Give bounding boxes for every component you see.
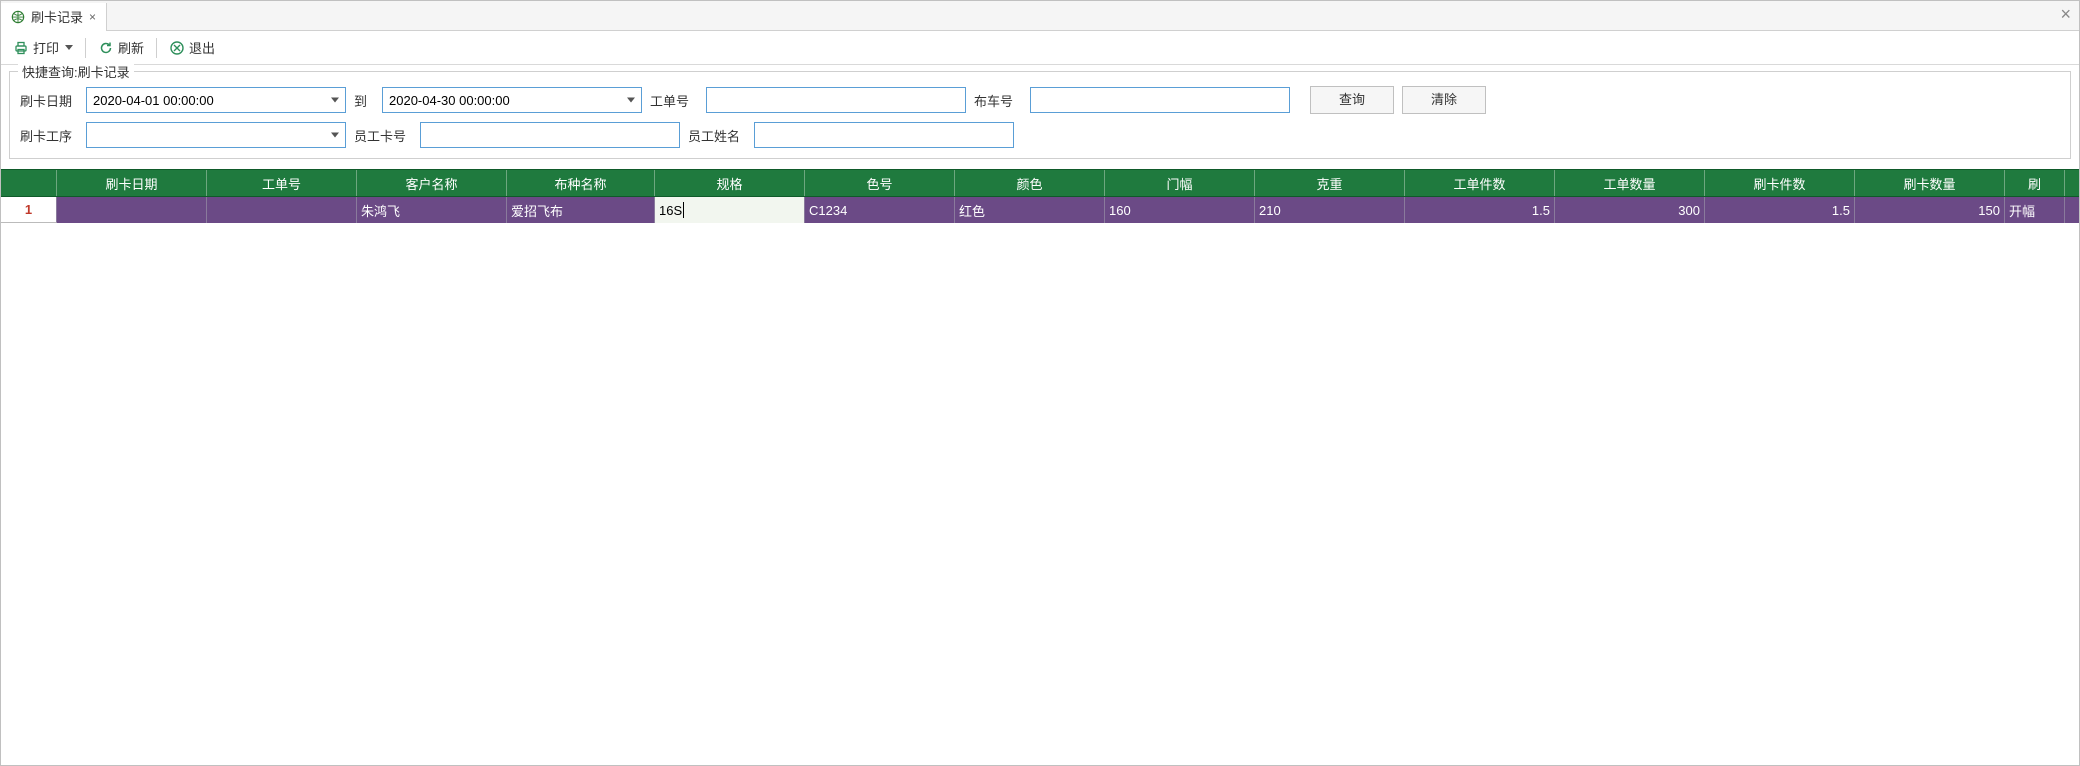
toolbar: 打印 刷新 退出 — [1, 31, 2079, 65]
chevron-down-icon — [65, 45, 73, 50]
col-weight[interactable]: 克重 — [1255, 170, 1405, 196]
col-customer-name[interactable]: 客户名称 — [357, 170, 507, 196]
cell-width[interactable]: 160 — [1105, 197, 1255, 223]
refresh-icon — [98, 40, 114, 56]
chevron-down-icon — [627, 98, 635, 103]
close-icon[interactable]: × — [89, 10, 96, 24]
chevron-down-icon — [331, 98, 339, 103]
cell-cloth-type[interactable]: 爱招飞布 — [507, 197, 655, 223]
cell-weight[interactable]: 210 — [1255, 197, 1405, 223]
filter-legend: 快捷查询:刷卡记录 — [18, 62, 134, 81]
grid-header: 刷卡日期 工单号 客户名称 布种名称 规格 色号 颜色 门幅 克重 工单件数 工… — [1, 169, 2079, 197]
cell-swipe-date[interactable] — [57, 197, 207, 223]
globe-icon — [11, 10, 25, 24]
col-swipe-pieces[interactable]: 刷卡件数 — [1705, 170, 1855, 196]
query-button[interactable]: 查询 — [1310, 86, 1394, 114]
cell-order-qty[interactable]: 300 — [1555, 197, 1705, 223]
tab-title: 刷卡记录 — [31, 7, 83, 26]
refresh-label: 刷新 — [118, 38, 144, 57]
text-caret — [683, 202, 684, 218]
exit-label: 退出 — [189, 38, 215, 57]
exit-icon — [169, 40, 185, 56]
date-from-input[interactable] — [86, 87, 346, 113]
toolbar-separator — [85, 38, 86, 58]
label-to: 到 — [354, 91, 374, 110]
label-emp-name: 员工姓名 — [688, 126, 746, 145]
order-no-input[interactable] — [706, 87, 966, 113]
label-swipe-process: 刷卡工序 — [20, 126, 78, 145]
label-cloth-cart-no: 布车号 — [974, 91, 1022, 110]
cell-order-no[interactable] — [207, 197, 357, 223]
col-color[interactable]: 颜色 — [955, 170, 1105, 196]
toolbar-separator — [156, 38, 157, 58]
print-label: 打印 — [33, 38, 59, 57]
chevron-down-icon — [331, 133, 339, 138]
tab-swipe-records[interactable]: 刷卡记录 × — [1, 3, 107, 31]
emp-card-no-input[interactable] — [420, 122, 680, 148]
filter-row-2: 刷卡工序 员工卡号 员工姓名 — [20, 122, 2060, 148]
cell-color-no[interactable]: C1234 — [805, 197, 955, 223]
emp-name-input[interactable] — [754, 122, 1014, 148]
table-row[interactable]: 1 朱鸿飞 爱招飞布 16S C1234 红色 160 210 1.5 300 … — [1, 197, 2079, 223]
filter-row-1: 刷卡日期 到 工单号 布车号 查询 清除 — [20, 86, 2060, 114]
col-order-pieces[interactable]: 工单件数 — [1405, 170, 1555, 196]
col-color-no[interactable]: 色号 — [805, 170, 955, 196]
row-index[interactable]: 1 — [1, 197, 57, 223]
col-tail[interactable]: 刷 — [2005, 170, 2065, 196]
cell-customer-name[interactable]: 朱鸿飞 — [357, 197, 507, 223]
cell-order-pieces[interactable]: 1.5 — [1405, 197, 1555, 223]
cell-swipe-pieces[interactable]: 1.5 — [1705, 197, 1855, 223]
col-order-qty[interactable]: 工单数量 — [1555, 170, 1705, 196]
label-order-no: 工单号 — [650, 91, 698, 110]
cloth-cart-no-input[interactable] — [1030, 87, 1290, 113]
print-button[interactable]: 打印 — [9, 36, 77, 59]
cell-color[interactable]: 红色 — [955, 197, 1105, 223]
data-grid: 刷卡日期 工单号 客户名称 布种名称 规格 色号 颜色 门幅 克重 工单件数 工… — [1, 169, 2079, 223]
tab-bar: 刷卡记录 × × — [1, 1, 2079, 31]
window-close-icon[interactable]: × — [2060, 5, 2071, 23]
refresh-button[interactable]: 刷新 — [94, 36, 148, 59]
col-width[interactable]: 门幅 — [1105, 170, 1255, 196]
cell-spec-value: 16S — [659, 203, 682, 218]
col-cloth-type[interactable]: 布种名称 — [507, 170, 655, 196]
cell-tail[interactable]: 开幅 — [2005, 197, 2065, 223]
clear-button[interactable]: 清除 — [1402, 86, 1486, 114]
label-emp-card-no: 员工卡号 — [354, 126, 412, 145]
col-swipe-date[interactable]: 刷卡日期 — [57, 170, 207, 196]
col-spec[interactable]: 规格 — [655, 170, 805, 196]
date-to-input[interactable] — [382, 87, 642, 113]
col-order-no[interactable]: 工单号 — [207, 170, 357, 196]
cell-spec-editing[interactable]: 16S — [655, 197, 805, 223]
swipe-process-input[interactable] — [86, 122, 346, 148]
exit-button[interactable]: 退出 — [165, 36, 219, 59]
col-indicator — [1, 170, 57, 196]
cell-swipe-qty[interactable]: 150 — [1855, 197, 2005, 223]
label-swipe-date: 刷卡日期 — [20, 91, 78, 110]
filter-panel: 快捷查询:刷卡记录 刷卡日期 到 工单号 布车号 查询 清除 刷卡工序 员工卡号 — [9, 71, 2071, 159]
printer-icon — [13, 40, 29, 56]
col-swipe-qty[interactable]: 刷卡数量 — [1855, 170, 2005, 196]
